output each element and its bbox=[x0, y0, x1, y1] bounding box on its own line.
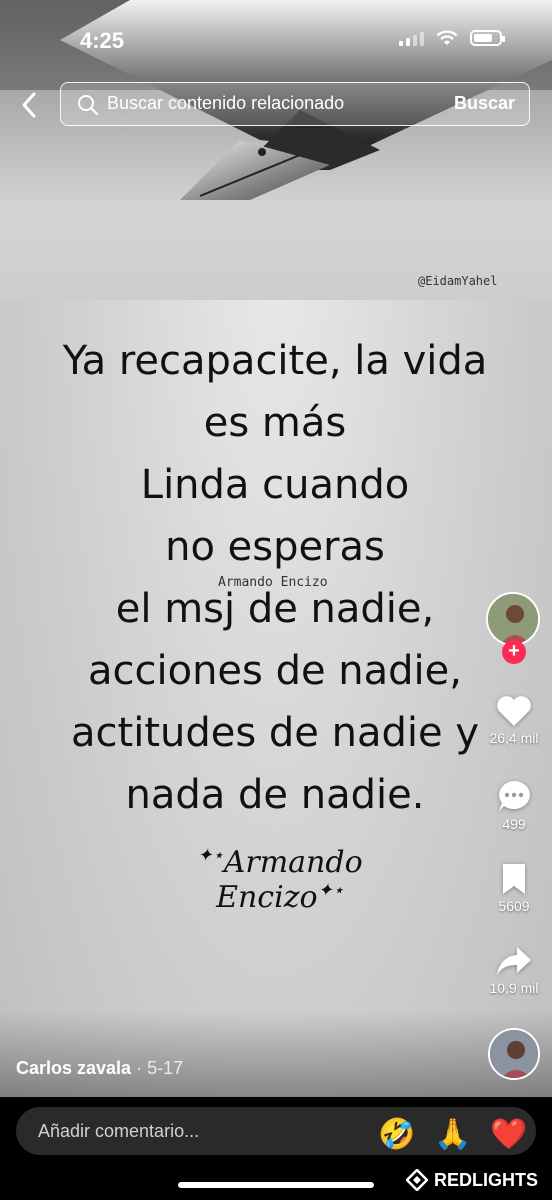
bookmark-icon bbox=[503, 864, 525, 894]
video-watermark: @EidamYahel bbox=[418, 274, 498, 288]
redlights-logo-icon bbox=[405, 1169, 428, 1191]
quote-line: Ya recapacite, la vida bbox=[62, 338, 488, 384]
follow-plus-button[interactable]: + bbox=[502, 640, 526, 664]
search-button[interactable]: Buscar bbox=[454, 93, 515, 114]
save-count: 5609 bbox=[498, 898, 530, 914]
quote-line: no esperas bbox=[165, 524, 385, 570]
comment-count: 499 bbox=[502, 816, 526, 832]
back-arrow-icon[interactable] bbox=[16, 88, 46, 122]
sparkle-icon: ✦⋆ bbox=[317, 880, 344, 901]
heart-icon bbox=[497, 696, 531, 726]
laughing-emoji-button[interactable]: 🤣 bbox=[378, 1117, 415, 1152]
praying-hands-emoji-button[interactable]: 🙏 bbox=[434, 1117, 471, 1152]
comment-bar: Añadir comentario... 🤣 🙏 ❤️ REDLIGHTS bbox=[0, 1097, 552, 1200]
bottom-gradient bbox=[0, 1010, 552, 1100]
author-line: Carlos zavala · 5-17 bbox=[16, 1058, 183, 1079]
comment-bubble-icon bbox=[499, 781, 530, 811]
brand-watermark: REDLIGHTS bbox=[405, 1169, 538, 1191]
quote-line: acciones de nadie, bbox=[87, 648, 462, 694]
comment-input[interactable]: Añadir comentario... 🤣 🙏 ❤️ bbox=[16, 1107, 536, 1155]
quote-line: es más bbox=[203, 400, 347, 446]
sparkle-icon: ✦⋆ bbox=[197, 845, 224, 866]
comment-placeholder: Añadir comentario... bbox=[38, 1121, 200, 1141]
comment-button[interactable]: 499 bbox=[486, 778, 542, 832]
post-date: · 5-17 bbox=[136, 1058, 184, 1078]
home-indicator[interactable] bbox=[178, 1182, 374, 1188]
save-button[interactable]: 5609 bbox=[486, 862, 542, 914]
like-count: 26,4 mil bbox=[489, 730, 539, 746]
share-button[interactable]: 10,9 mil bbox=[486, 944, 542, 996]
quote-line: Linda cuando bbox=[140, 462, 410, 508]
search-bar[interactable]: Buscar contenido relacionado Buscar bbox=[60, 82, 530, 126]
status-icons bbox=[399, 30, 505, 46]
overlay-author-name: Armando Encizo bbox=[218, 575, 328, 590]
quote-line: actitudes de nadie y bbox=[71, 710, 479, 756]
quote-line: nada de nadie. bbox=[125, 772, 425, 818]
search-input[interactable]: Buscar contenido relacionado bbox=[107, 93, 344, 114]
music-disc-avatar[interactable] bbox=[488, 1028, 540, 1080]
like-button[interactable]: 26,4 mil bbox=[486, 694, 542, 746]
brand-name: REDLIGHTS bbox=[433, 1169, 538, 1190]
heart-emoji-button[interactable]: ❤️ bbox=[490, 1117, 527, 1152]
share-arrow-icon bbox=[497, 947, 531, 975]
cellular-signal-icon bbox=[399, 30, 424, 46]
search-icon bbox=[78, 95, 98, 115]
wifi-icon bbox=[436, 30, 458, 45]
author-name[interactable]: Carlos zavala bbox=[16, 1058, 131, 1078]
signature: ✦⋆Armando Encizo✦⋆ bbox=[140, 845, 420, 915]
creator-avatar[interactable] bbox=[486, 592, 540, 646]
status-bar: 4:25 bbox=[0, 0, 552, 80]
share-count: 10,9 mil bbox=[489, 980, 539, 996]
battery-icon bbox=[470, 30, 505, 46]
status-time: 4:25 bbox=[80, 28, 125, 53]
